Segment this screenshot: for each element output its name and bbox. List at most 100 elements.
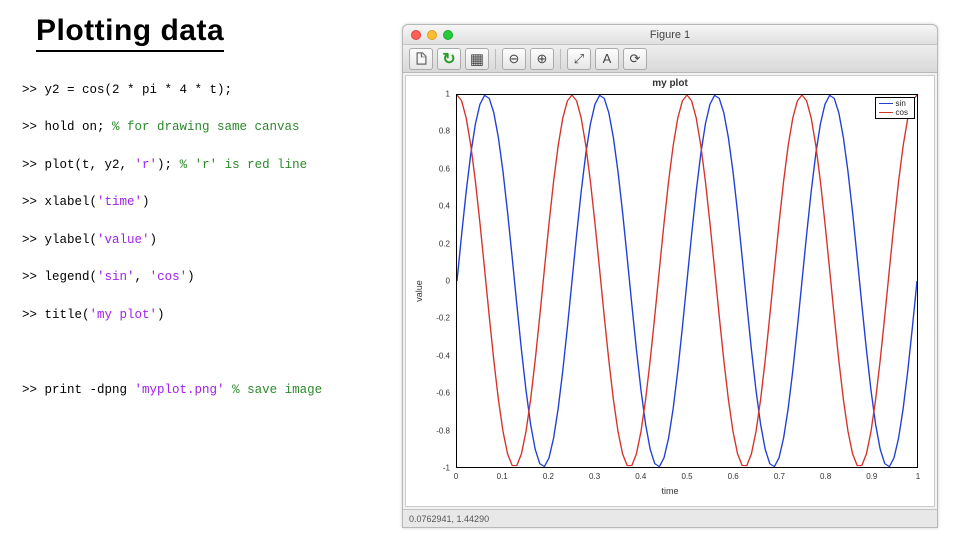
plot-lines xyxy=(457,95,917,467)
y-tick-label: -0.4 xyxy=(436,351,450,360)
legend-label: cos xyxy=(896,108,908,117)
legend: sin cos xyxy=(875,97,915,119)
toolbar-separator xyxy=(495,49,496,69)
code-block: >> y2 = cos(2 * pi * 4 * t); >> hold on;… xyxy=(22,62,322,418)
code-line-4: >> xlabel('time') xyxy=(22,193,322,212)
prompt: >> xyxy=(22,383,45,397)
legend-entry-cos: cos xyxy=(879,108,908,117)
code-text: ylabel( xyxy=(45,233,98,247)
x-axis-ticks: 00.10.20.30.40.50.60.70.80.91 xyxy=(456,472,918,484)
prompt: >> xyxy=(22,120,45,134)
y-tick-label: 0.4 xyxy=(439,202,450,211)
y-tick-label: 0.2 xyxy=(439,239,450,248)
code-string: 'myplot.png' xyxy=(135,383,225,397)
close-icon[interactable] xyxy=(411,30,421,40)
toolbar-separator xyxy=(560,49,561,69)
code-text: ) xyxy=(142,195,150,209)
cursor-coordinates: 0.0762941, 1.44290 xyxy=(409,514,489,524)
y-tick-label: 0.8 xyxy=(439,127,450,136)
code-string: 'my plot' xyxy=(90,308,158,322)
code-string: 'value' xyxy=(97,233,150,247)
text-button[interactable]: A xyxy=(595,48,619,70)
window-title: Figure 1 xyxy=(403,29,937,41)
save-button[interactable] xyxy=(409,48,433,70)
code-text: hold on; xyxy=(45,120,113,134)
code-text: xlabel( xyxy=(45,195,98,209)
grid-button[interactable]: ▦ xyxy=(465,48,489,70)
figure-toolbar: ↻ ▦ ⊖ ⊕ ⤢ A ⟳ xyxy=(403,45,937,73)
autoscale-icon: ⤢ xyxy=(574,51,584,67)
code-string: 'cos' xyxy=(150,270,188,284)
code-text: title( xyxy=(45,308,90,322)
code-text: plot(t, y2, xyxy=(45,158,135,172)
code-comment: % for drawing same canvas xyxy=(112,120,300,134)
code-comment: % save image xyxy=(232,383,322,397)
code-text: ) xyxy=(150,233,158,247)
legend-swatch-red xyxy=(879,112,893,113)
prompt: >> xyxy=(22,158,45,172)
code-line-2: >> hold on; % for drawing same canvas xyxy=(22,118,322,137)
prompt: >> xyxy=(22,233,45,247)
prompt: >> xyxy=(22,270,45,284)
prompt: >> xyxy=(22,308,45,322)
y-tick-label: 0.6 xyxy=(439,164,450,173)
plot-area: my plot value time 10.80.60.40.20-0.2-0.… xyxy=(405,75,935,507)
code-line-1: >> y2 = cos(2 * pi * 4 * t); xyxy=(22,81,322,100)
page-title: Plotting data xyxy=(36,14,224,52)
maximize-icon[interactable] xyxy=(443,30,453,40)
code-text: legend( xyxy=(45,270,98,284)
plot-title: my plot xyxy=(406,78,934,89)
y-axis-ticks: 10.80.60.40.20-0.2-0.4-0.6-0.8-1 xyxy=(406,94,454,468)
rotate-button[interactable]: ⟳ xyxy=(623,48,647,70)
x-axis-label: time xyxy=(406,486,934,496)
legend-entry-sin: sin xyxy=(879,99,908,108)
y-tick-label: -0.2 xyxy=(436,314,450,323)
y-tick-label: -1 xyxy=(443,464,450,473)
x-tick-label: 0.6 xyxy=(728,472,739,481)
code-string: 'time' xyxy=(97,195,142,209)
y-tick-label: -0.6 xyxy=(436,389,450,398)
window-titlebar: Figure 1 xyxy=(403,25,937,45)
code-line-7: >> title('my plot') xyxy=(22,306,322,325)
zoom-in-icon: ⊕ xyxy=(537,51,548,67)
code-text: ) xyxy=(157,308,165,322)
refresh-icon: ↻ xyxy=(442,49,455,69)
code-line-5: >> ylabel('value') xyxy=(22,231,322,250)
grid-icon: ▦ xyxy=(470,50,484,68)
rotate-icon: ⟳ xyxy=(630,51,641,67)
status-bar: 0.0762941, 1.44290 xyxy=(403,509,937,527)
minimize-icon[interactable] xyxy=(427,30,437,40)
refresh-button[interactable]: ↻ xyxy=(437,48,461,70)
x-tick-label: 0.7 xyxy=(774,472,785,481)
code-string: 'r' xyxy=(135,158,158,172)
x-tick-label: 1 xyxy=(916,472,920,481)
code-line-3: >> plot(t, y2, 'r'); % 'r' is red line xyxy=(22,156,322,175)
x-tick-label: 0.1 xyxy=(497,472,508,481)
save-icon xyxy=(414,51,429,66)
traffic-lights xyxy=(403,30,453,40)
legend-swatch-blue xyxy=(879,103,893,104)
code-line-6: >> legend('sin', 'cos') xyxy=(22,268,322,287)
zoom-out-icon: ⊖ xyxy=(509,51,520,67)
x-tick-label: 0.3 xyxy=(589,472,600,481)
x-tick-label: 0 xyxy=(454,472,458,481)
zoom-in-button[interactable]: ⊕ xyxy=(530,48,554,70)
prompt: >> xyxy=(22,83,45,97)
axes-box: sin cos xyxy=(456,94,918,468)
x-tick-label: 0.8 xyxy=(820,472,831,481)
code-string: 'sin' xyxy=(97,270,135,284)
code-text: ) xyxy=(187,270,195,284)
text-icon: A xyxy=(603,51,612,66)
code-text: print -dpng xyxy=(45,383,135,397)
autoscale-button[interactable]: ⤢ xyxy=(567,48,591,70)
y-tick-label: 1 xyxy=(446,90,450,99)
blank-line xyxy=(22,343,322,362)
legend-label: sin xyxy=(896,99,906,108)
y-tick-label: -0.8 xyxy=(436,426,450,435)
sin-line xyxy=(457,95,917,466)
code-comment: % 'r' is red line xyxy=(180,158,308,172)
code-text: ); xyxy=(157,158,180,172)
zoom-out-button[interactable]: ⊖ xyxy=(502,48,526,70)
code-line-8: >> print -dpng 'myplot.png' % save image xyxy=(22,381,322,400)
x-tick-label: 0.5 xyxy=(681,472,692,481)
